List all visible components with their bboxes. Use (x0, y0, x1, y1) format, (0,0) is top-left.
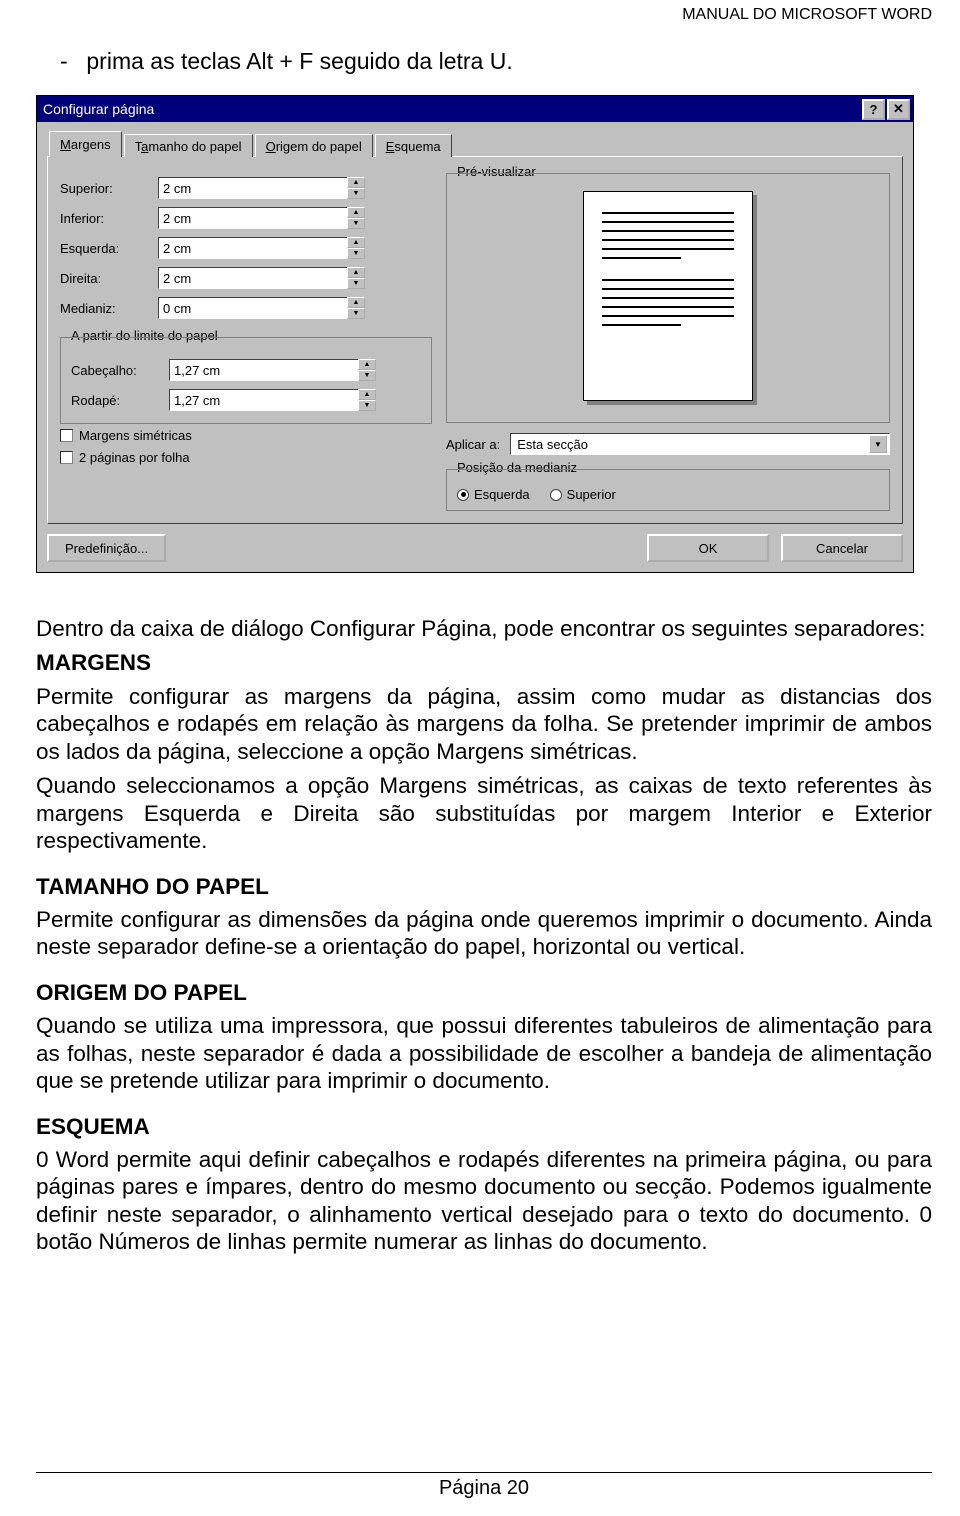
label-cabecalho: Cabeçalho: (71, 363, 169, 378)
label-inferior: Inferior: (60, 211, 158, 226)
spin-down-icon[interactable]: ▼ (347, 188, 365, 199)
spin-up-icon[interactable]: ▲ (358, 359, 376, 370)
tab-tamanho[interactable]: Tamanho do papel (124, 134, 253, 157)
dropdown-value: Esta secção (517, 437, 588, 452)
heading-tamanho: TAMANHO DO PAPEL (36, 873, 932, 900)
dropdown-aplicar[interactable]: Esta secção ▼ (510, 433, 890, 455)
chevron-down-icon: ▼ (869, 435, 887, 453)
input-superior[interactable]: 2 cm (158, 177, 348, 199)
group-posicao-medianiz: Esquerda Superior (446, 469, 890, 511)
para-origem: Quando se utiliza uma impressora, que po… (36, 1012, 932, 1094)
ok-button[interactable]: OK (647, 534, 769, 562)
label-rodape: Rodapé: (71, 393, 169, 408)
para-esquema: 0 Word permite aqui definir cabeçalhos e… (36, 1146, 932, 1256)
para-margens-2: Quando seleccionamos a opção Margens sim… (36, 772, 932, 854)
para-tamanho: Permite configurar as dimensões da págin… (36, 906, 932, 961)
checkbox-icon (60, 429, 73, 442)
page-preview (583, 191, 753, 401)
para-margens-1: Permite configurar as margens da página,… (36, 683, 932, 765)
page-number: Página 20 (36, 1477, 932, 1500)
input-rodape[interactable]: 1,27 cm (169, 389, 359, 411)
label-medianiz: Medianiz: (60, 301, 158, 316)
input-cabecalho[interactable]: 1,27 cm (169, 359, 359, 381)
spin-up-icon[interactable]: ▲ (347, 237, 365, 248)
checkbox-margens-simetricas[interactable]: Margens simétricas (60, 424, 432, 446)
spin-up-icon[interactable]: ▲ (347, 267, 365, 278)
tab-origem[interactable]: Origem do papel (255, 134, 373, 157)
spin-up-icon[interactable]: ▲ (358, 389, 376, 400)
label-aplicar: Aplicar a: (446, 437, 500, 452)
spin-up-icon[interactable]: ▲ (347, 207, 365, 218)
intro-text: Dentro da caixa de diálogo Configurar Pá… (36, 615, 932, 642)
input-esquerda[interactable]: 2 cm (158, 237, 348, 259)
spin-up-icon[interactable]: ▲ (347, 177, 365, 188)
input-inferior[interactable]: 2 cm (158, 207, 348, 229)
predefinicao-button[interactable]: Predefinição... (47, 534, 166, 562)
checkbox-label: 2 páginas por folha (79, 450, 190, 465)
bullet-text: prima as teclas Alt + F seguido da letra… (86, 48, 512, 74)
dialog-title: Configurar página (43, 101, 860, 117)
spin-down-icon[interactable]: ▼ (347, 218, 365, 229)
group-limite-papel: Cabeçalho: 1,27 cm ▲▼ Rodapé: 1,27 cm ▲▼ (60, 337, 432, 424)
bullet-dash: - (60, 48, 80, 75)
label-esquerda: Esquerda: (60, 241, 158, 256)
radio-icon (457, 489, 469, 501)
dialog-titlebar: Configurar página ? ✕ (37, 96, 913, 122)
help-button[interactable]: ? (862, 99, 885, 120)
heading-origem: ORIGEM DO PAPEL (36, 979, 932, 1006)
close-button[interactable]: ✕ (887, 99, 910, 120)
label-superior: Superior: (60, 181, 158, 196)
spin-down-icon[interactable]: ▼ (358, 400, 376, 411)
tab-esquema[interactable]: Esquema (375, 134, 452, 157)
dialog-configurar-pagina: Configurar página ? ✕ MMargensargens Tam… (36, 95, 914, 573)
spin-down-icon[interactable]: ▼ (358, 370, 376, 381)
checkbox-label: Margens simétricas (79, 428, 192, 443)
preview-group (446, 173, 890, 423)
cancel-button[interactable]: Cancelar (781, 534, 903, 562)
label-direita: Direita: (60, 271, 158, 286)
bullet-line: - prima as teclas Alt + F seguido da let… (36, 48, 926, 85)
radio-esquerda[interactable]: Esquerda (457, 487, 530, 502)
heading-esquema: ESQUEMA (36, 1113, 932, 1140)
footer-rule (36, 1472, 932, 1473)
checkbox-icon (60, 451, 73, 464)
radio-label: Esquerda (474, 487, 530, 502)
radio-label: Superior (567, 487, 616, 502)
spin-up-icon[interactable]: ▲ (347, 297, 365, 308)
radio-superior[interactable]: Superior (550, 487, 616, 502)
tab-margens[interactable]: MMargensargens (49, 131, 122, 157)
input-direita[interactable]: 2 cm (158, 267, 348, 289)
heading-margens: MARGENS (36, 649, 932, 676)
spin-down-icon[interactable]: ▼ (347, 248, 365, 259)
running-header: MANUAL DO MICROSOFT WORD (0, 0, 960, 24)
radio-icon (550, 489, 562, 501)
tabs: MMargensargens Tamanho do papel Origem d… (49, 130, 903, 156)
spin-down-icon[interactable]: ▼ (347, 308, 365, 319)
spin-down-icon[interactable]: ▼ (347, 278, 365, 289)
checkbox-2-paginas[interactable]: 2 páginas por folha (60, 446, 432, 468)
input-medianiz[interactable]: 0 cm (158, 297, 348, 319)
